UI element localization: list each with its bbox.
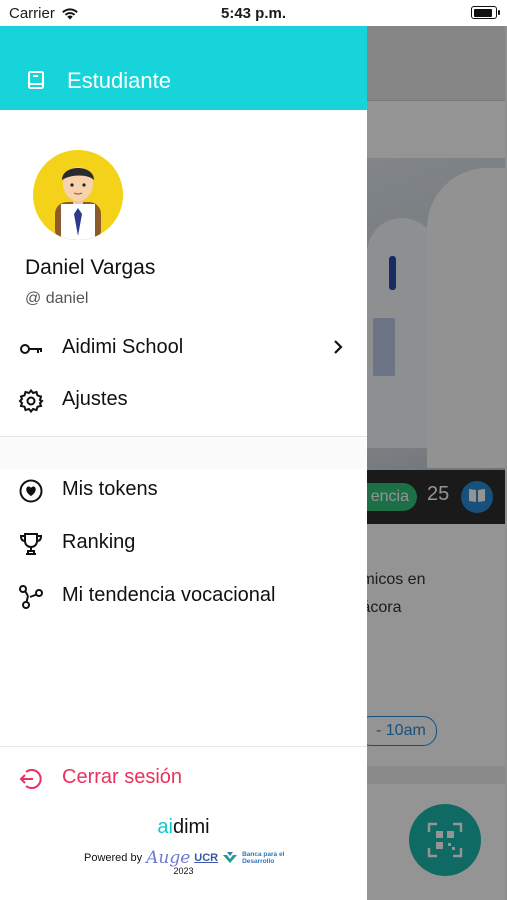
drawer-title: Estudiante (67, 68, 171, 93)
menu-item-tendencia-vocacional[interactable]: Mi tendencia vocacional (0, 574, 367, 618)
trophy-icon (19, 533, 43, 555)
graph-nodes-icon (19, 585, 43, 609)
drawer-backdrop[interactable] (367, 26, 507, 900)
menu-label: Ajustes (62, 388, 128, 410)
menu-item-ranking[interactable]: Ranking (0, 521, 367, 565)
menu-label: Mi tendencia vocacional (62, 584, 276, 606)
footer-divider (0, 746, 367, 747)
book-icon (28, 71, 44, 89)
partner-ucr-logo: UCR (194, 852, 219, 864)
battery-icon (471, 6, 500, 19)
logout-icon (19, 769, 42, 789)
aidimi-logo: aidimi (157, 816, 210, 838)
status-bar: Carrier 5:43 p.m. (0, 0, 507, 26)
menu-label: Ranking (62, 531, 136, 553)
partner-auge-logo: Auge (146, 848, 191, 868)
partner-banco-logo: Banca para el Desarrollo (242, 851, 285, 865)
footer-year: 2023 (173, 866, 194, 876)
key-icon (20, 344, 42, 354)
heart-circle-icon (19, 479, 43, 503)
gear-icon (18, 388, 44, 414)
avatar (33, 150, 123, 240)
status-time: 5:43 p.m. (220, 5, 287, 22)
drawer-header: Estudiante (0, 26, 367, 110)
powered-by-label: Powered by (84, 852, 143, 864)
menu-label: Mis tokens (62, 478, 158, 500)
powered-by: Powered by Auge UCR Banca para el Desarr… (84, 848, 284, 868)
user-name: Daniel Vargas (25, 256, 156, 279)
menu-item-aidimi-school[interactable]: Aidimi School (0, 326, 367, 370)
menu-item-mis-tokens[interactable]: Mis tokens (0, 468, 367, 512)
user-handle: @ daniel (25, 290, 89, 307)
logout-button[interactable]: Cerrar sesión (0, 756, 367, 800)
banco-desarrollo-icon (223, 852, 238, 863)
chevron-right-icon (334, 340, 343, 354)
logout-label: Cerrar sesión (62, 766, 183, 788)
menu-item-ajustes[interactable]: Ajustes (0, 378, 367, 422)
menu-section-gap (0, 437, 367, 469)
menu-label: Aidimi School (62, 336, 184, 358)
side-drawer: Estudiante Daniel Vargas @ daniel Aidimi… (0, 26, 367, 900)
